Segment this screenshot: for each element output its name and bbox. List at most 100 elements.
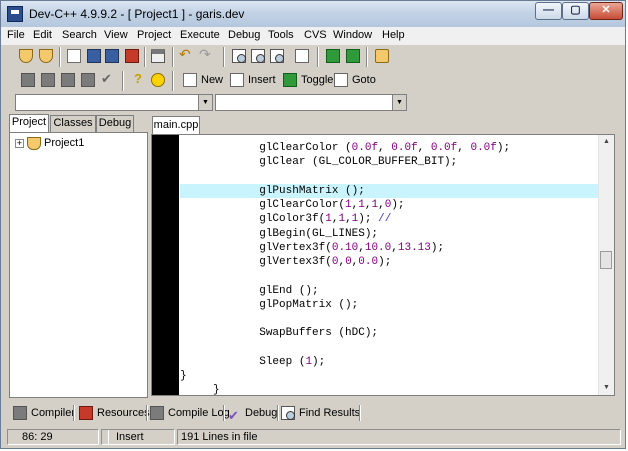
toolbar-separator — [172, 71, 174, 91]
chevron-down-icon[interactable]: ▼ — [198, 95, 212, 110]
tab-debug-output[interactable]: ✔ Debug — [225, 403, 277, 423]
menu-window[interactable]: Window — [333, 29, 372, 41]
menu-view[interactable]: View — [104, 29, 128, 41]
project-icon — [19, 49, 33, 63]
code-line[interactable] — [180, 312, 602, 326]
compile-run-button[interactable] — [59, 71, 77, 89]
add-to-project-button[interactable] — [324, 47, 342, 65]
toolbar-separator — [59, 47, 61, 67]
rebuild-button[interactable] — [79, 71, 97, 89]
new-file-button[interactable] — [65, 47, 83, 65]
code-editor[interactable]: glClearColor (0.0f, 0.0f, 0.0f, 0.0f); g… — [151, 134, 615, 396]
code-line[interactable] — [180, 269, 602, 283]
menu-project[interactable]: Project — [137, 29, 171, 41]
close-file-button[interactable] — [123, 47, 141, 65]
replace-button[interactable] — [249, 47, 267, 65]
tab-project[interactable]: Project — [9, 114, 49, 133]
menu-edit[interactable]: Edit — [33, 29, 52, 41]
code-line[interactable]: glPopMatrix (); — [180, 298, 602, 312]
save-all-button[interactable] — [103, 47, 121, 65]
menu-tools[interactable]: Tools — [268, 29, 294, 41]
number-literal: 13.13 — [397, 241, 431, 254]
toggle-bookmark-button[interactable]: Toggle — [281, 70, 333, 90]
print-button[interactable] — [149, 47, 167, 65]
close-button[interactable]: ✕ — [589, 2, 623, 20]
code-line[interactable]: } — [180, 383, 602, 395]
compile-icon — [21, 73, 35, 87]
tab-resources[interactable]: Resources — [77, 403, 150, 423]
number-literal: 0.10 — [331, 241, 359, 254]
class-combo[interactable]: ▼ — [15, 94, 213, 111]
menu-search[interactable]: Search — [62, 29, 97, 41]
tree-item-project1[interactable]: Project1 — [44, 137, 84, 149]
window-title: Dev-C++ 4.9.9.2 - [ Project1 ] - garis.d… — [29, 7, 245, 21]
code-line[interactable]: glEnd (); — [180, 284, 602, 298]
tab-classes[interactable]: Classes — [50, 115, 96, 132]
code-line-current[interactable]: glPushMatrix (); — [180, 183, 602, 198]
code-line[interactable]: glClearColor(1,1,1,0); — [180, 198, 602, 212]
minimize-button[interactable]: — — [535, 2, 562, 20]
menu-help[interactable]: Help — [382, 29, 405, 41]
code-token: ); — [378, 256, 392, 268]
code-line[interactable]: Sleep (1); — [180, 355, 602, 369]
code-line[interactable] — [180, 341, 602, 355]
help-button[interactable]: ? — [129, 71, 147, 89]
tab-debug[interactable]: Debug — [96, 115, 134, 132]
tab-compile-log[interactable]: Compile Log — [148, 403, 230, 423]
menu-debug[interactable]: Debug — [228, 29, 260, 41]
menu-execute[interactable]: Execute — [180, 29, 220, 41]
insert-button[interactable]: Insert — [228, 70, 276, 90]
goto-line-button[interactable] — [293, 47, 311, 65]
scrollbar-thumb[interactable] — [600, 251, 612, 269]
code-line[interactable]: } — [180, 369, 602, 383]
find-button[interactable] — [230, 47, 248, 65]
chevron-down-icon[interactable]: ▼ — [392, 95, 406, 110]
find-next-button[interactable] — [268, 47, 286, 65]
check-syntax-button[interactable]: ✔ — [98, 71, 116, 89]
goto-icon — [334, 73, 348, 87]
code-line[interactable]: glBegin(GL_LINES); — [180, 227, 602, 241]
new-button[interactable]: New — [181, 70, 223, 90]
goto-label: Goto — [352, 74, 376, 86]
save-button[interactable] — [85, 47, 103, 65]
code-line[interactable]: glColor3f(1,1,1); // — [180, 212, 602, 226]
vertical-scrollbar[interactable]: ▲ ▼ — [598, 135, 614, 395]
open-project-button[interactable] — [37, 47, 55, 65]
code-token: ); — [358, 213, 379, 226]
member-combo[interactable]: ▼ — [215, 94, 407, 111]
maximize-button[interactable]: ▢ — [562, 2, 589, 20]
run-button[interactable] — [39, 71, 57, 89]
code-token: glClear (GL_COLOR_BUFFER_BIT); — [259, 156, 458, 169]
tab-compiler[interactable]: Compiler — [11, 403, 75, 423]
check-icon: ✔ — [101, 71, 112, 86]
new-project-button[interactable] — [17, 47, 35, 65]
scroll-up-icon[interactable]: ▲ — [599, 135, 614, 149]
remove-from-project-button[interactable] — [344, 47, 362, 65]
code-line[interactable] — [180, 170, 602, 184]
redo-button[interactable]: ↷ — [198, 46, 216, 65]
about-icon — [151, 73, 165, 87]
tab-find-results[interactable]: Find Results — [279, 403, 360, 423]
code-line[interactable]: glClearColor (0.0f, 0.0f, 0.0f, 0.0f); — [180, 141, 602, 155]
replace-icon — [251, 49, 265, 63]
menu-file[interactable]: File — [7, 29, 25, 41]
code-line[interactable]: glClear (GL_COLOR_BUFFER_BIT); — [180, 155, 602, 169]
project-options-button[interactable] — [373, 47, 391, 65]
code-token: ); — [496, 142, 511, 154]
code-line[interactable]: SwapBuffers (hDC); — [180, 326, 602, 340]
toolbar-separator — [366, 47, 368, 67]
code-line[interactable]: glVertex3f(0,0,0.0); — [180, 255, 602, 269]
menu-cvs[interactable]: CVS — [304, 29, 327, 41]
goto-bookmark-button[interactable]: Goto — [332, 70, 376, 90]
code-token: , — [378, 142, 392, 154]
tab-main-cpp[interactable]: main.cpp — [152, 116, 200, 135]
compile-button[interactable] — [19, 71, 37, 89]
code-line[interactable]: glVertex3f(0.10,10.0,13.13); — [180, 241, 602, 255]
scroll-down-icon[interactable]: ▼ — [599, 381, 614, 395]
undo-button[interactable]: ↶ — [178, 46, 196, 65]
expand-toggle[interactable]: + — [15, 139, 24, 148]
about-button[interactable] — [149, 71, 167, 89]
